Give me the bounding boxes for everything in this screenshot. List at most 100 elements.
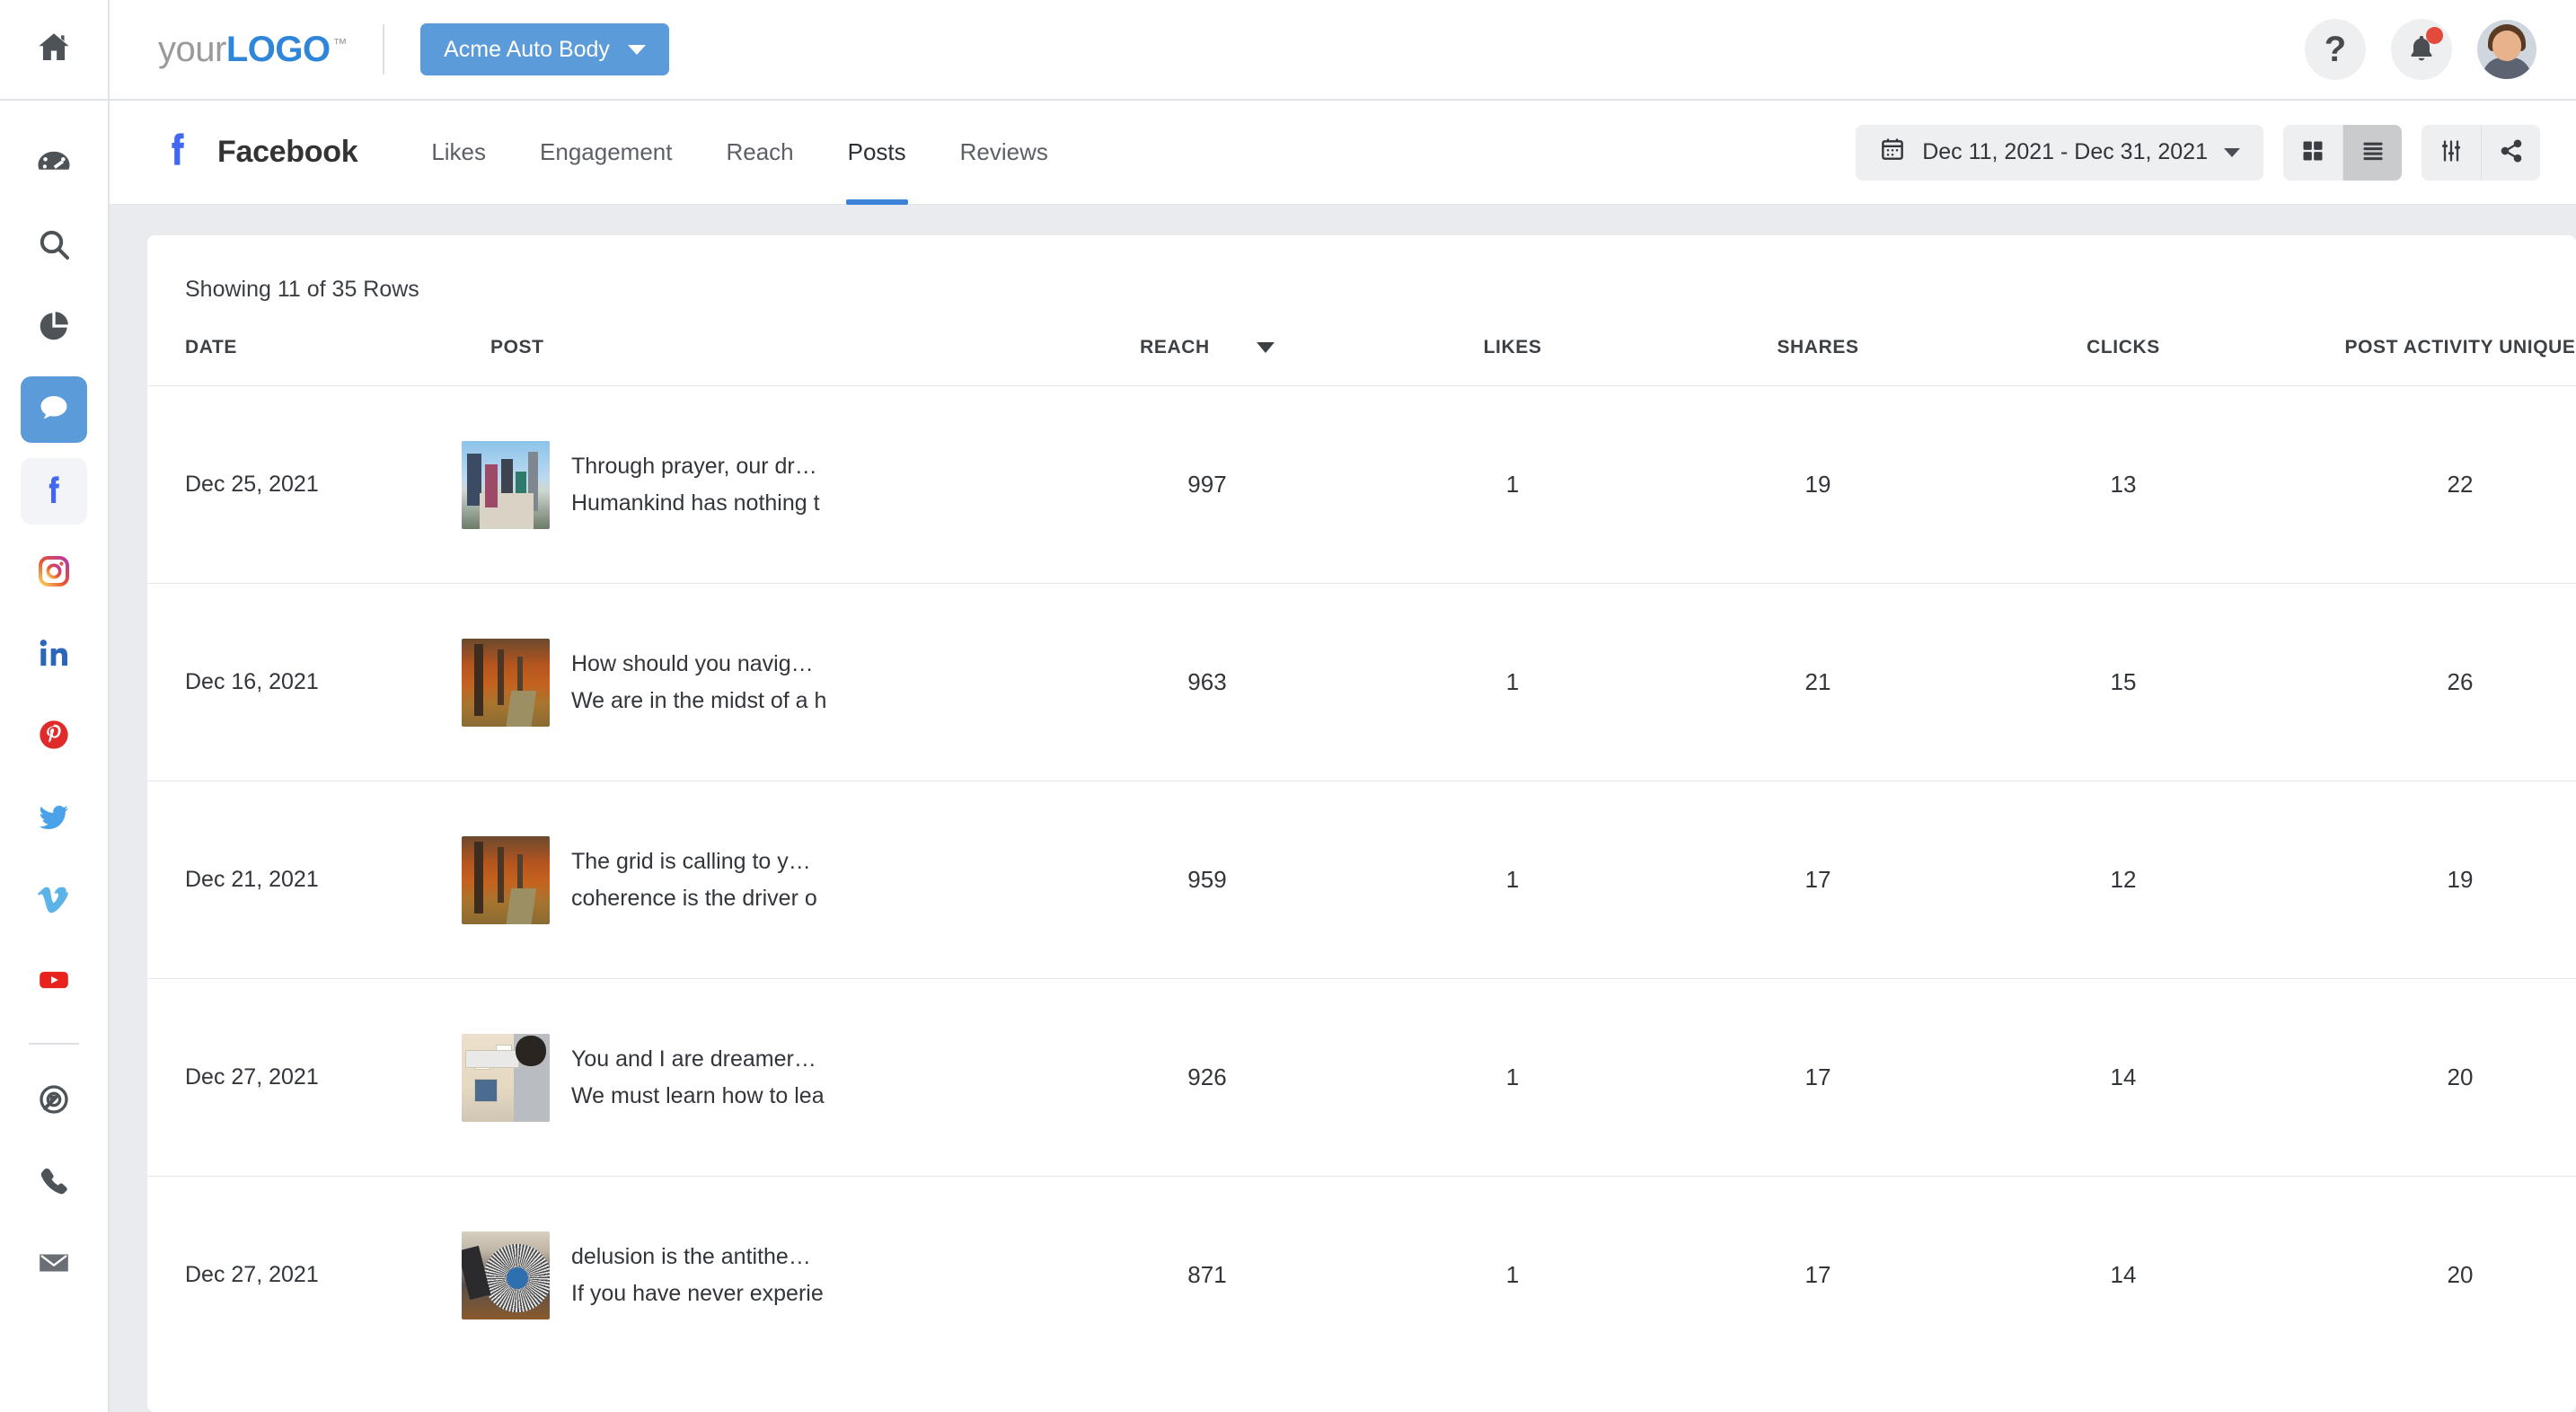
pinterest-icon — [36, 717, 72, 757]
account-selector-button[interactable]: Acme Auto Body — [420, 23, 669, 75]
filter-button[interactable] — [2422, 124, 2481, 181]
sort-descending-icon — [1256, 342, 1275, 353]
post-excerpt: We are in the midst of a h — [571, 687, 827, 713]
cell-post-activity-unique: 26 — [2276, 583, 2576, 781]
logo-your-text: your — [158, 29, 226, 69]
post-thumbnail — [462, 1033, 550, 1122]
sidebar-item-email[interactable] — [21, 1231, 87, 1298]
cell-shares: 17 — [1665, 781, 1971, 979]
sidebar-item-vimeo[interactable] — [21, 867, 87, 933]
cell-clicks: 13 — [1971, 385, 2276, 584]
app-logo[interactable]: your LOGO ™ — [158, 29, 348, 70]
post-title: Through prayer, our dr… — [571, 454, 817, 479]
sidebar-item-calls[interactable] — [21, 1150, 87, 1216]
sidebar-item-linkedin[interactable] — [21, 622, 87, 688]
cell-clicks: 12 — [1971, 781, 2276, 979]
cell-post[interactable]: How should you navig… We are in the mids… — [453, 583, 1054, 781]
cell-post[interactable]: Through prayer, our dr… Humankind has no… — [453, 385, 1054, 584]
list-view-button[interactable] — [2342, 124, 2402, 181]
column-header-date[interactable]: DATE — [147, 303, 453, 386]
post-excerpt: coherence is the driver o — [571, 885, 817, 911]
date-range-picker[interactable]: Dec 11, 2021 - Dec 31, 2021 — [1856, 124, 2263, 181]
table-body: Dec 25, 2021 Through prayer, our dr… Hum… — [147, 385, 2576, 1374]
left-nav-rail — [0, 0, 110, 1412]
table-row[interactable]: Dec 21, 2021 The grid is calling to y… c… — [147, 781, 2576, 979]
sidebar-item-pinterest[interactable] — [21, 703, 87, 770]
grid-view-button[interactable] — [2283, 124, 2342, 181]
twitter-icon — [36, 799, 72, 839]
cell-likes: 1 — [1360, 978, 1665, 1177]
linkedin-icon — [36, 635, 72, 675]
tab-posts[interactable]: Posts — [821, 101, 933, 205]
channel-toolbar: Dec 11, 2021 - Dec 31, 2021 — [1856, 124, 2540, 181]
cell-likes: 1 — [1360, 385, 1665, 584]
cell-post[interactable]: You and I are dreamer… We must learn how… — [453, 978, 1054, 1177]
cell-post[interactable]: The grid is calling to y… coherence is t… — [453, 781, 1054, 979]
post-title: You and I are dreamer… — [571, 1046, 816, 1072]
channel-name-label: Facebook — [217, 135, 358, 169]
post-title: How should you navig… — [571, 651, 814, 676]
phone-icon — [36, 1163, 72, 1204]
cell-clicks: 14 — [1971, 1176, 2276, 1374]
column-header-clicks[interactable]: CLICKS — [1971, 303, 2276, 386]
cell-likes: 1 — [1360, 583, 1665, 781]
vimeo-icon — [36, 880, 72, 921]
tab-reach[interactable]: Reach — [699, 101, 820, 205]
column-header-post[interactable]: POST — [453, 303, 1054, 386]
sidebar-item-dashboard[interactable] — [21, 131, 87, 198]
table-row[interactable]: Dec 27, 2021 You and I are dreamer… We m… — [147, 978, 2576, 1177]
sidebar-item-facebook[interactable] — [21, 458, 87, 525]
post-thumbnail — [462, 835, 550, 924]
sidebar-item-twitter[interactable] — [21, 785, 87, 852]
post-thumbnail — [462, 1231, 550, 1319]
tab-likes[interactable]: Likes — [404, 101, 513, 205]
nav-divider — [29, 1043, 79, 1045]
cell-reach: 959 — [1054, 781, 1360, 979]
table-row[interactable]: Dec 27, 2021 delusion is the antithe… If… — [147, 1176, 2576, 1374]
sidebar-item-instagram[interactable] — [21, 540, 87, 606]
email-icon — [36, 1245, 72, 1285]
cell-reach: 997 — [1054, 385, 1360, 584]
post-excerpt: Humankind has nothing t — [571, 490, 820, 516]
column-header-shares[interactable]: SHARES — [1665, 303, 1971, 386]
cell-shares: 17 — [1665, 1176, 1971, 1374]
date-range-label: Dec 11, 2021 - Dec 31, 2021 — [1922, 139, 2208, 164]
sidebar-item-reports[interactable] — [21, 295, 87, 361]
header-divider — [383, 24, 385, 75]
share-icon — [2499, 138, 2524, 166]
table-row[interactable]: Dec 25, 2021 Through prayer, our dr… Hum… — [147, 385, 2576, 584]
cell-shares: 21 — [1665, 583, 1971, 781]
cell-post[interactable]: delusion is the antithe… If you have nev… — [453, 1176, 1054, 1374]
filter-sliders-icon — [2439, 138, 2464, 166]
instagram-icon — [36, 553, 72, 594]
tab-engagement[interactable]: Engagement — [513, 101, 699, 205]
help-button[interactable]: ? — [2305, 19, 2366, 80]
pie-chart-icon — [36, 308, 72, 349]
app-root: your LOGO ™ Acme Auto Body ? Facebook Li… — [0, 0, 2576, 1412]
sidebar-item-ads[interactable] — [21, 1068, 87, 1134]
column-header-post-activity-unique[interactable]: POST ACTIVITY UNIQUE — [2276, 303, 2576, 386]
cell-clicks: 14 — [1971, 978, 2276, 1177]
cell-clicks: 15 — [1971, 583, 2276, 781]
notifications-button[interactable] — [2391, 19, 2452, 80]
tab-reviews[interactable]: Reviews — [933, 101, 1075, 205]
table-head: DATE POST REACH LIKES SHARES CLICKS POST… — [147, 303, 2576, 386]
top-bar: your LOGO ™ Acme Auto Body ? — [110, 0, 2576, 101]
column-header-likes[interactable]: LIKES — [1360, 303, 1665, 386]
calendar-icon — [1879, 136, 1906, 169]
sidebar-item-youtube[interactable] — [21, 949, 87, 1015]
sidebar-item-social[interactable] — [21, 376, 87, 443]
post-title: delusion is the antithe… — [571, 1244, 811, 1270]
cell-post-activity-unique: 20 — [2276, 978, 2576, 1177]
grid-view-icon — [2300, 138, 2325, 166]
avatar[interactable] — [2477, 20, 2536, 79]
table-row[interactable]: Dec 16, 2021 How should you navig… We ar… — [147, 583, 2576, 781]
cell-likes: 1 — [1360, 1176, 1665, 1374]
channel-bar: Facebook Likes Engagement Reach Posts Re… — [110, 101, 2576, 205]
column-header-reach[interactable]: REACH — [1054, 303, 1360, 386]
cell-date: Dec 16, 2021 — [147, 583, 453, 781]
sidebar-item-search[interactable] — [21, 213, 87, 279]
share-button[interactable] — [2481, 124, 2540, 181]
posts-table-card: Showing 11 of 35 Rows DATE POST REACH LI… — [147, 235, 2576, 1412]
sidebar-item-home[interactable] — [0, 0, 108, 101]
